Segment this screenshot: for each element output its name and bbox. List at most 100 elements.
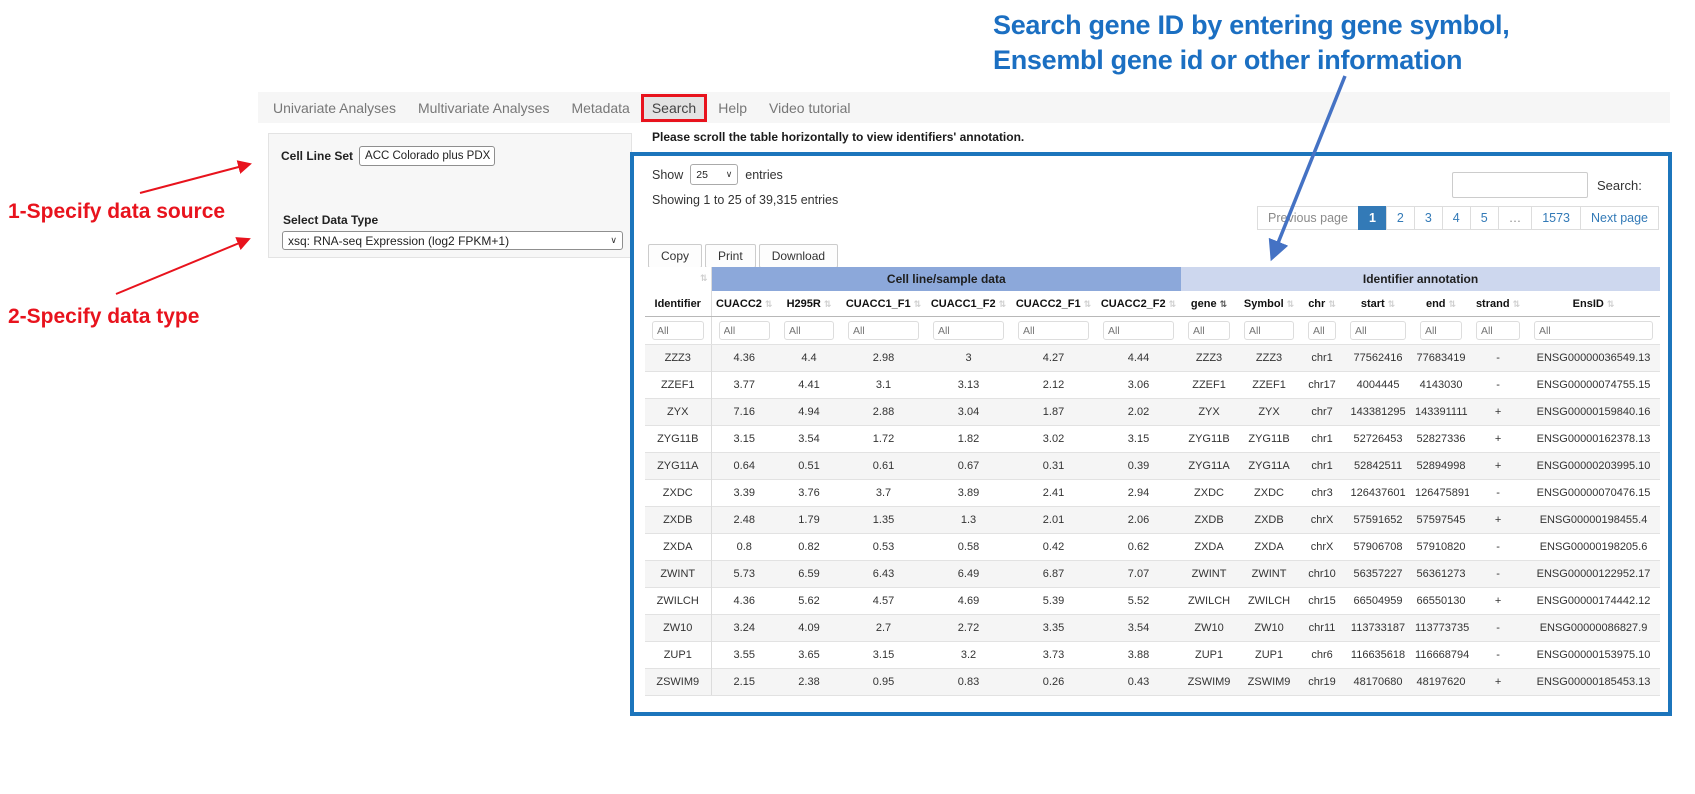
cell-chr: chr1 bbox=[1301, 345, 1343, 372]
cell-end: 116668794 bbox=[1413, 642, 1469, 669]
column-header-gene[interactable]: gene⇅ bbox=[1181, 291, 1237, 317]
page-button-5[interactable]: 5 bbox=[1470, 206, 1499, 230]
filter-input-cuacc2[interactable] bbox=[719, 321, 771, 340]
sort-icon[interactable]: ⇅ bbox=[1607, 300, 1615, 310]
nav-tab-video-tutorial[interactable]: Video tutorial bbox=[758, 94, 861, 122]
sort-icon[interactable]: ⇅ bbox=[765, 300, 773, 310]
cell-end: 143391111 bbox=[1413, 399, 1469, 426]
cell-cuacc2: 2.15 bbox=[711, 669, 777, 696]
page-length-select[interactable]: 25 ∨ bbox=[690, 164, 738, 185]
filter-input-cuacc2-f1[interactable] bbox=[1018, 321, 1089, 340]
cell-line-set-row: Cell Line Set ACC Colorado plus PDX ∨ bbox=[281, 146, 495, 166]
filter-input-h295r[interactable] bbox=[784, 321, 834, 340]
cell-end: 56361273 bbox=[1413, 561, 1469, 588]
column-header-chr[interactable]: chr⇅ bbox=[1301, 291, 1343, 317]
blue-annotation-line2: Ensembl gene id or other information bbox=[993, 43, 1509, 78]
page-button-2[interactable]: 2 bbox=[1386, 206, 1415, 230]
cell-chr: chr19 bbox=[1301, 669, 1343, 696]
column-header-start[interactable]: start⇅ bbox=[1343, 291, 1413, 317]
page-next-button[interactable]: Next page bbox=[1580, 206, 1659, 230]
filter-input-cuacc1-f1[interactable] bbox=[848, 321, 919, 340]
sort-icon[interactable]: ⇅ bbox=[1084, 300, 1092, 310]
nav-tab-metadata[interactable]: Metadata bbox=[560, 94, 640, 122]
cell-cuacc1-f1: 2.98 bbox=[841, 345, 926, 372]
sort-icon[interactable]: ⇅ bbox=[824, 300, 832, 310]
filter-input-end[interactable] bbox=[1420, 321, 1462, 340]
cell-h295r: 3.65 bbox=[777, 642, 841, 669]
column-header-identifier[interactable]: Identifier bbox=[645, 291, 711, 317]
filter-input-identifier[interactable] bbox=[652, 321, 704, 340]
column-header-cuacc2[interactable]: CUACC2⇅ bbox=[711, 291, 777, 317]
cell-cuacc1-f2: 1.82 bbox=[926, 426, 1011, 453]
filter-input-chr[interactable] bbox=[1308, 321, 1336, 340]
search-input[interactable] bbox=[1452, 172, 1588, 198]
table-row: ZYG11A0.640.510.610.670.310.39ZYG11AZYG1… bbox=[645, 453, 1660, 480]
column-header-cuacc2-f1[interactable]: CUACC2_F1⇅ bbox=[1011, 291, 1096, 317]
cell-gene: ZWINT bbox=[1181, 561, 1237, 588]
cell-cuacc2: 3.15 bbox=[711, 426, 777, 453]
cell-cuacc1-f1: 0.95 bbox=[841, 669, 926, 696]
filter-input-cuacc1-f2[interactable] bbox=[933, 321, 1004, 340]
filter-input-cuacc2-f2[interactable] bbox=[1103, 321, 1174, 340]
table-row: ZWILCH4.365.624.574.695.395.52ZWILCHZWIL… bbox=[645, 588, 1660, 615]
filter-cell-start bbox=[1343, 317, 1413, 345]
filter-row bbox=[645, 317, 1660, 345]
cell-cuacc2-f2: 0.39 bbox=[1096, 453, 1181, 480]
column-label-cuacc2-f1: CUACC2_F1 bbox=[1016, 298, 1081, 310]
sort-icon[interactable]: ⇅ bbox=[1449, 300, 1457, 310]
cell-gene: ZYG11B bbox=[1181, 426, 1237, 453]
filter-input-gene[interactable] bbox=[1188, 321, 1230, 340]
filter-input-symbol[interactable] bbox=[1244, 321, 1294, 340]
sort-icon[interactable]: ⇅ bbox=[1220, 300, 1228, 310]
column-header-cuacc1-f1[interactable]: CUACC1_F1⇅ bbox=[841, 291, 926, 317]
cell-start: 56357227 bbox=[1343, 561, 1413, 588]
cell-symbol: ZZEF1 bbox=[1237, 372, 1301, 399]
column-label-h295r: H295R bbox=[787, 298, 821, 310]
cell-chr: chr7 bbox=[1301, 399, 1343, 426]
column-label-cuacc2: CUACC2 bbox=[716, 298, 762, 310]
sort-icon[interactable]: ⇅ bbox=[1388, 300, 1396, 310]
sort-icon[interactable]: ⇅ bbox=[1513, 300, 1521, 310]
sort-icon[interactable]: ⇅ bbox=[914, 300, 922, 310]
sort-icon[interactable]: ⇅ bbox=[1328, 300, 1336, 310]
data-type-select[interactable]: xsq: RNA-seq Expression (log2 FPKM+1) ∨ bbox=[282, 231, 623, 250]
page-button-4[interactable]: 4 bbox=[1442, 206, 1471, 230]
nav-tab-search[interactable]: Search bbox=[641, 94, 707, 122]
filter-cell-cuacc2-f1 bbox=[1011, 317, 1096, 345]
cell-cuacc2-f1: 2.41 bbox=[1011, 480, 1096, 507]
column-header-symbol[interactable]: Symbol⇅ bbox=[1237, 291, 1301, 317]
sort-icon[interactable]: ⇅ bbox=[999, 300, 1007, 310]
copy-button[interactable]: Copy bbox=[648, 244, 702, 268]
sort-icon[interactable]: ⇅ bbox=[1169, 300, 1177, 310]
cell-symbol: ZYG11B bbox=[1237, 426, 1301, 453]
column-header-cuacc1-f2[interactable]: CUACC1_F2⇅ bbox=[926, 291, 1011, 317]
cell-gene: ZYG11A bbox=[1181, 453, 1237, 480]
sort-icon[interactable]: ⇅ bbox=[1287, 300, 1295, 310]
filter-input-start[interactable] bbox=[1350, 321, 1406, 340]
cell-cuacc2: 4.36 bbox=[711, 588, 777, 615]
column-header-h295r[interactable]: H295R⇅ bbox=[777, 291, 841, 317]
cell-identifier: ZXDB bbox=[645, 507, 711, 534]
page-button-1573[interactable]: 1573 bbox=[1531, 206, 1581, 230]
column-header-cuacc2-f2[interactable]: CUACC2_F2⇅ bbox=[1096, 291, 1181, 317]
column-header-strand[interactable]: strand⇅ bbox=[1469, 291, 1527, 317]
download-button[interactable]: Download bbox=[759, 244, 838, 268]
cell-line-set-select[interactable]: ACC Colorado plus PDX ∨ bbox=[359, 146, 495, 166]
filter-cell-h295r bbox=[777, 317, 841, 345]
filter-cell-strand bbox=[1469, 317, 1527, 345]
column-header-ensid[interactable]: EnsID⇅ bbox=[1527, 291, 1660, 317]
page-prev-button[interactable]: Previous page bbox=[1257, 206, 1359, 230]
print-button[interactable]: Print bbox=[705, 244, 756, 268]
nav-tab-univariate-analyses[interactable]: Univariate Analyses bbox=[262, 94, 407, 122]
column-header-end[interactable]: end⇅ bbox=[1413, 291, 1469, 317]
filter-input-strand[interactable] bbox=[1476, 321, 1520, 340]
page-button-3[interactable]: 3 bbox=[1414, 206, 1443, 230]
nav-tab-help[interactable]: Help bbox=[707, 94, 758, 122]
sort-icon[interactable]: ⇅ bbox=[700, 274, 708, 284]
filter-input-ensid[interactable] bbox=[1534, 321, 1653, 340]
nav-tab-multivariate-analyses[interactable]: Multivariate Analyses bbox=[407, 94, 561, 122]
blue-annotation: Search gene ID by entering gene symbol, … bbox=[993, 8, 1509, 78]
cell-start: 66504959 bbox=[1343, 588, 1413, 615]
page-button-1[interactable]: 1 bbox=[1358, 206, 1387, 230]
cell-cuacc2: 3.55 bbox=[711, 642, 777, 669]
